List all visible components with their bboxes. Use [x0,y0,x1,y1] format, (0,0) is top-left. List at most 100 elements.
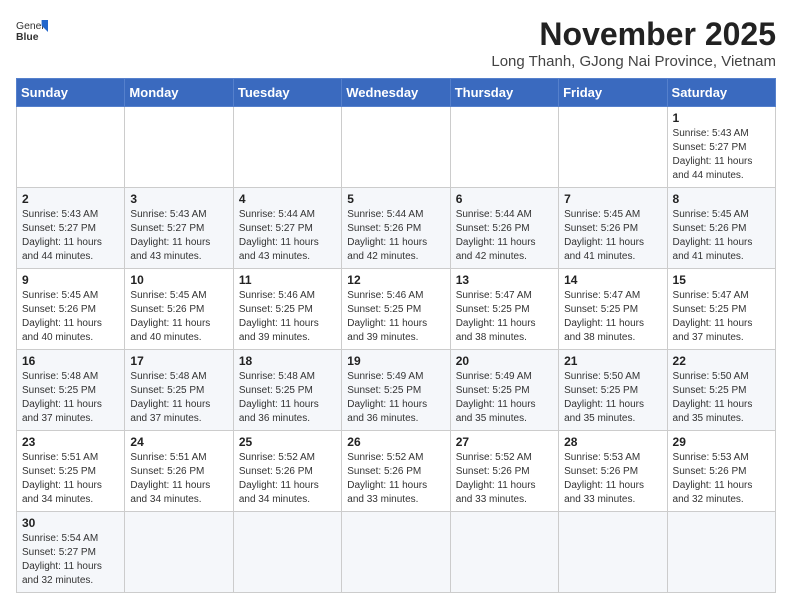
calendar-week-row: 1 Sunrise: 5:43 AM Sunset: 5:27 PM Daylig… [17,107,776,188]
table-row: 12 Sunrise: 5:46 AM Sunset: 5:25 PM Dayli… [342,269,450,350]
cell-daylight-info: Sunrise: 5:48 AM Sunset: 5:25 PM Dayligh… [130,370,227,426]
cell-daylight-info: Sunrise: 5:45 AM Sunset: 5:26 PM Dayligh… [22,289,119,345]
calendar-week-row: 2 Sunrise: 5:43 AM Sunset: 5:27 PM Daylig… [17,188,776,269]
cell-daylight-info: Sunrise: 5:43 AM Sunset: 5:27 PM Dayligh… [673,127,770,183]
cell-daylight-info: Sunrise: 5:49 AM Sunset: 5:25 PM Dayligh… [456,370,553,426]
cell-daylight-info: Sunrise: 5:46 AM Sunset: 5:25 PM Dayligh… [347,289,444,345]
cell-daylight-info: Sunrise: 5:49 AM Sunset: 5:25 PM Dayligh… [347,370,444,426]
cell-daylight-info: Sunrise: 5:43 AM Sunset: 5:27 PM Dayligh… [22,208,119,264]
cell-date-number: 8 [673,192,770,206]
cell-date-number: 22 [673,354,770,368]
table-row: 1 Sunrise: 5:43 AM Sunset: 5:27 PM Daylig… [667,107,775,188]
table-row [125,512,233,593]
cell-date-number: 23 [22,435,119,449]
cell-date-number: 15 [673,273,770,287]
table-row [559,512,667,593]
cell-date-number: 30 [22,516,119,530]
table-row: 28 Sunrise: 5:53 AM Sunset: 5:26 PM Dayli… [559,431,667,512]
header-wednesday: Wednesday [342,79,450,107]
table-row: 19Sunrise: 5:49 AM Sunset: 5:25 PM Dayli… [342,350,450,431]
table-row: 25 Sunrise: 5:52 AM Sunset: 5:26 PM Dayli… [233,431,341,512]
calendar-header-row: Sunday Monday Tuesday Wednesday Thursday… [17,79,776,107]
cell-daylight-info: Sunrise: 5:45 AM Sunset: 5:26 PM Dayligh… [564,208,661,264]
month-title: November 2025 [491,16,776,53]
cell-daylight-info: Sunrise: 5:52 AM Sunset: 5:26 PM Dayligh… [347,451,444,507]
cell-daylight-info: Sunrise: 5:51 AM Sunset: 5:25 PM Dayligh… [22,451,119,507]
table-row [667,512,775,593]
table-row [559,107,667,188]
table-row: 13 Sunrise: 5:47 AM Sunset: 5:25 PM Dayli… [450,269,558,350]
table-row [125,107,233,188]
table-row: 3 Sunrise: 5:43 AM Sunset: 5:27 PM Daylig… [125,188,233,269]
calendar-week-row: 30 Sunrise: 5:54 AM Sunset: 5:27 PM Dayli… [17,512,776,593]
table-row: 30 Sunrise: 5:54 AM Sunset: 5:27 PM Dayli… [17,512,125,593]
table-row [450,107,558,188]
cell-daylight-info: Sunrise: 5:48 AM Sunset: 5:25 PM Dayligh… [22,370,119,426]
cell-date-number: 12 [347,273,444,287]
page-container: General Blue November 2025 Long Thanh, G… [16,16,776,593]
cell-date-number: 4 [239,192,336,206]
table-row: 2 Sunrise: 5:43 AM Sunset: 5:27 PM Daylig… [17,188,125,269]
table-row: 4 Sunrise: 5:44 AM Sunset: 5:27 PM Daylig… [233,188,341,269]
table-row: 8Sunrise: 5:45 AM Sunset: 5:26 PM Daylig… [667,188,775,269]
table-row: 6Sunrise: 5:44 AM Sunset: 5:26 PM Daylig… [450,188,558,269]
table-row: 29 Sunrise: 5:53 AM Sunset: 5:26 PM Dayli… [667,431,775,512]
cell-date-number: 13 [456,273,553,287]
header-monday: Monday [125,79,233,107]
cell-daylight-info: Sunrise: 5:47 AM Sunset: 5:25 PM Dayligh… [456,289,553,345]
cell-date-number: 5 [347,192,444,206]
cell-date-number: 29 [673,435,770,449]
cell-date-number: 3 [130,192,227,206]
cell-date-number: 1 [673,111,770,125]
cell-date-number: 2 [22,192,119,206]
table-row: 9Sunrise: 5:45 AM Sunset: 5:26 PM Daylig… [17,269,125,350]
cell-date-number: 27 [456,435,553,449]
logo-icon: General Blue [16,16,48,48]
location-subtitle: Long Thanh, GJong Nai Province, Vietnam [491,53,776,70]
table-row: 14 Sunrise: 5:47 AM Sunset: 5:25 PM Dayli… [559,269,667,350]
calendar-week-row: 16 Sunrise: 5:48 AM Sunset: 5:25 PM Dayli… [17,350,776,431]
cell-daylight-info: Sunrise: 5:52 AM Sunset: 5:26 PM Dayligh… [239,451,336,507]
table-row: 7 Sunrise: 5:45 AM Sunset: 5:26 PM Daylig… [559,188,667,269]
title-area: November 2025 Long Thanh, GJong Nai Prov… [491,16,776,70]
table-row [233,512,341,593]
cell-daylight-info: Sunrise: 5:53 AM Sunset: 5:26 PM Dayligh… [673,451,770,507]
calendar-table: Sunday Monday Tuesday Wednesday Thursday… [16,78,776,593]
cell-daylight-info: Sunrise: 5:43 AM Sunset: 5:27 PM Dayligh… [130,208,227,264]
cell-date-number: 20 [456,354,553,368]
cell-date-number: 26 [347,435,444,449]
table-row: 10 Sunrise: 5:45 AM Sunset: 5:26 PM Dayli… [125,269,233,350]
table-row [17,107,125,188]
table-row [233,107,341,188]
cell-date-number: 16 [22,354,119,368]
cell-daylight-info: Sunrise: 5:48 AM Sunset: 5:25 PM Dayligh… [239,370,336,426]
table-row [342,107,450,188]
cell-date-number: 24 [130,435,227,449]
cell-daylight-info: Sunrise: 5:45 AM Sunset: 5:26 PM Dayligh… [130,289,227,345]
cell-daylight-info: Sunrise: 5:54 AM Sunset: 5:27 PM Dayligh… [22,532,119,588]
cell-date-number: 17 [130,354,227,368]
header-saturday: Saturday [667,79,775,107]
cell-daylight-info: Sunrise: 5:46 AM Sunset: 5:25 PM Dayligh… [239,289,336,345]
cell-date-number: 7 [564,192,661,206]
table-row: 27 Sunrise: 5:52 AM Sunset: 5:26 PM Dayli… [450,431,558,512]
cell-daylight-info: Sunrise: 5:53 AM Sunset: 5:26 PM Dayligh… [564,451,661,507]
table-row: 26 Sunrise: 5:52 AM Sunset: 5:26 PM Dayli… [342,431,450,512]
page-header: General Blue November 2025 Long Thanh, G… [16,16,776,70]
cell-date-number: 10 [130,273,227,287]
cell-daylight-info: Sunrise: 5:52 AM Sunset: 5:26 PM Dayligh… [456,451,553,507]
cell-daylight-info: Sunrise: 5:51 AM Sunset: 5:26 PM Dayligh… [130,451,227,507]
cell-daylight-info: Sunrise: 5:47 AM Sunset: 5:25 PM Dayligh… [564,289,661,345]
calendar-week-row: 9Sunrise: 5:45 AM Sunset: 5:26 PM Daylig… [17,269,776,350]
cell-daylight-info: Sunrise: 5:50 AM Sunset: 5:25 PM Dayligh… [673,370,770,426]
table-row [450,512,558,593]
table-row: 21Sunrise: 5:50 AM Sunset: 5:25 PM Dayli… [559,350,667,431]
cell-daylight-info: Sunrise: 5:50 AM Sunset: 5:25 PM Dayligh… [564,370,661,426]
cell-daylight-info: Sunrise: 5:44 AM Sunset: 5:27 PM Dayligh… [239,208,336,264]
cell-date-number: 28 [564,435,661,449]
cell-date-number: 14 [564,273,661,287]
cell-daylight-info: Sunrise: 5:47 AM Sunset: 5:25 PM Dayligh… [673,289,770,345]
cell-date-number: 25 [239,435,336,449]
table-row: 11Sunrise: 5:46 AM Sunset: 5:25 PM Dayli… [233,269,341,350]
header-thursday: Thursday [450,79,558,107]
